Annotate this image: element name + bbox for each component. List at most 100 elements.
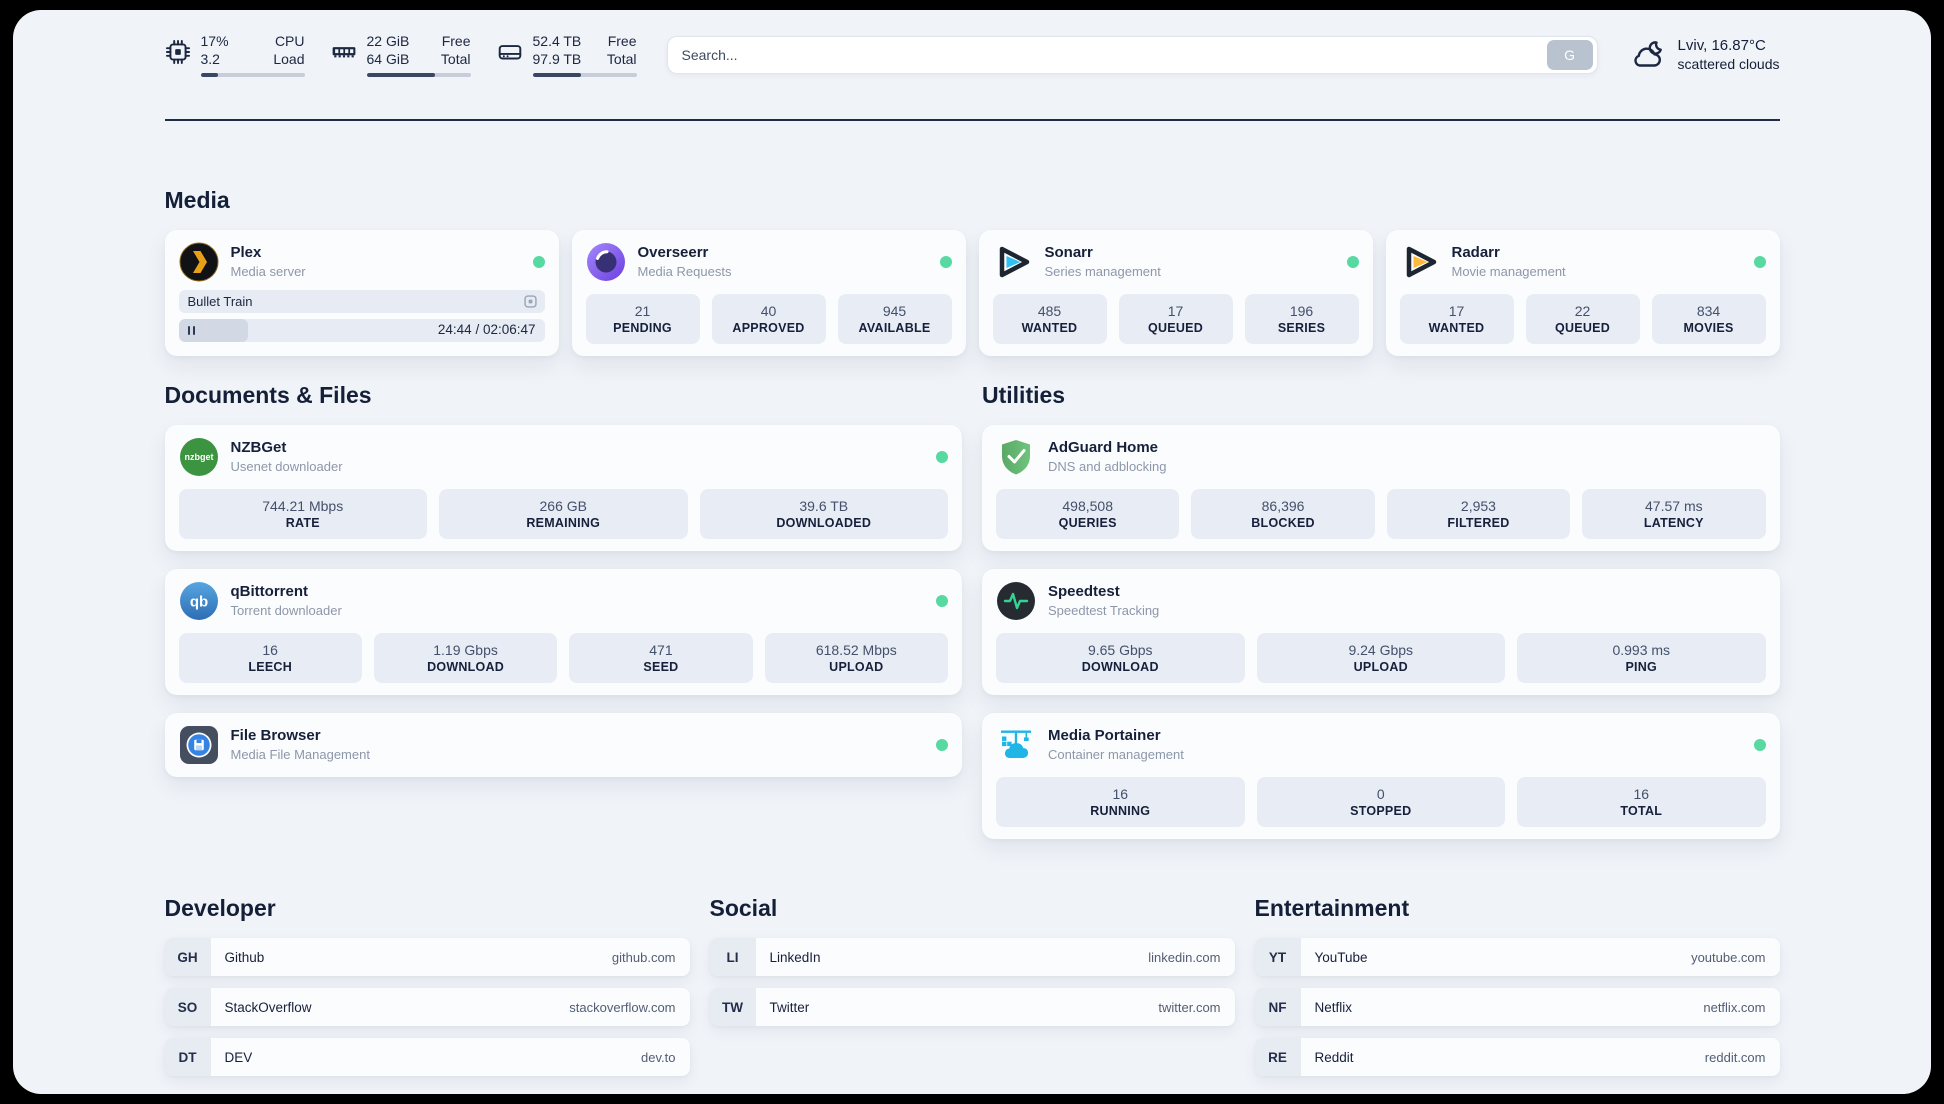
app-desc: Movie management	[1451, 264, 1566, 279]
search-engine-button[interactable]: G	[1546, 39, 1593, 70]
bookmark-abbr: NF	[1254, 988, 1301, 1026]
bookmark-dev[interactable]: DT DEV dev.to	[164, 1038, 690, 1076]
sonarr-icon	[999, 246, 1029, 278]
status-indicator	[936, 739, 948, 751]
stat-wanted: 485 WANTED	[992, 294, 1107, 344]
card-portainer[interactable]: Media Portainer Container management 16 R…	[982, 713, 1780, 839]
bookmark-twitter[interactable]: TW Twitter twitter.com	[709, 988, 1235, 1026]
cpu-load-value: 3.2	[200, 51, 220, 67]
adguard-icon	[1002, 440, 1030, 475]
card-adguard[interactable]: AdGuard Home DNS and adblocking 498,508 Q…	[982, 425, 1780, 551]
stat-blocked: 86,396 BLOCKED	[1191, 489, 1375, 539]
stat-available: 945 AVAILABLE	[837, 294, 952, 344]
playback-time: 24:44 / 02:06:47	[437, 322, 536, 337]
ram-widget: 22 GiB Free 64 GiB Total	[331, 32, 471, 77]
card-qbittorrent[interactable]: qb qBittorrent Torrent downloader 16 LEEC…	[164, 569, 962, 695]
disk-total-value: 97.9 TB	[532, 51, 582, 67]
card-plex[interactable]: Plex Media server Bullet Train 24:44 / 0…	[164, 230, 559, 356]
stat-latency: 47.57 ms LATENCY	[1582, 489, 1766, 539]
cpu-label: CPU	[274, 33, 305, 49]
bookmark-youtube[interactable]: YT YouTube youtube.com	[1254, 938, 1780, 976]
app-name: File Browser	[230, 727, 321, 744]
stat-queries: 498,508 QUERIES	[996, 489, 1180, 539]
app-desc: Usenet downloader	[230, 459, 343, 474]
dashboard-page: 17% CPU 3.2 Load 22 GiB Free 64 GiB Tota…	[13, 10, 1931, 1094]
card-filebrowser[interactable]: File Browser Media File Management	[164, 713, 962, 777]
stat-remaining: 266 GB REMAINING	[439, 489, 688, 539]
bookmark-abbr: TW	[709, 988, 756, 1026]
bookmark-stackoverflow[interactable]: SO StackOverflow stackoverflow.com	[164, 988, 690, 1026]
disk-progress-bar	[532, 73, 637, 77]
bookmark-url: twitter.com	[1158, 999, 1221, 1015]
section-title-media: Media	[164, 187, 230, 213]
stat-series: 196 SERIES	[1244, 294, 1359, 344]
header-divider	[164, 119, 1780, 121]
app-name: Radarr	[1451, 244, 1500, 261]
weather-widget: Lviv, 16.87°C scattered clouds	[1628, 35, 1780, 75]
card-sonarr[interactable]: Sonarr Series management 485 WANTED 17 QUE…	[978, 230, 1373, 356]
app-desc: Media File Management	[230, 747, 370, 762]
cpu-load-label: Load	[273, 51, 305, 67]
bookmark-netflix[interactable]: NF Netflix netflix.com	[1254, 988, 1780, 1026]
status-indicator	[1346, 256, 1359, 268]
screen-icon	[523, 295, 537, 308]
weather-location: Lviv, 16.87°C	[1677, 36, 1766, 54]
app-name: qBittorrent	[230, 583, 309, 600]
search-bar: G	[666, 35, 1598, 74]
bookmark-reddit[interactable]: RE Reddit reddit.com	[1254, 1038, 1780, 1076]
bookmark-url: youtube.com	[1691, 949, 1766, 965]
app-desc: Media server	[230, 264, 306, 279]
bookmark-abbr: LI	[709, 938, 756, 976]
qbittorrent-icon: qb	[179, 582, 218, 620]
status-indicator	[1753, 739, 1766, 751]
stat-upload: 618.52 Mbps UPLOAD	[764, 633, 948, 683]
stat-stopped: 0 STOPPED	[1256, 777, 1505, 827]
bookmark-url: reddit.com	[1704, 1049, 1766, 1065]
card-nzbget[interactable]: nzbget NZBGet Usenet downloader 744.21 M…	[164, 425, 962, 551]
filebrowser-icon	[179, 726, 218, 764]
stat-queued: 17 QUEUED	[1118, 294, 1233, 344]
stat-pending: 21 PENDING	[585, 294, 700, 344]
bookmark-name: Twitter	[769, 999, 810, 1015]
section-title-documents: Documents & Files	[164, 382, 372, 408]
stat-downloaded: 39.6 TB DOWNLOADED	[699, 489, 948, 539]
bookmark-abbr: RE	[1254, 1038, 1301, 1076]
bookmark-url: netflix.com	[1703, 999, 1766, 1015]
search-input[interactable]	[681, 46, 1547, 63]
section-title-entertainment: Entertainment	[1254, 895, 1410, 921]
bookmark-linkedin[interactable]: LI LinkedIn linkedin.com	[709, 938, 1235, 976]
cloud-moon-icon	[1633, 40, 1662, 67]
resource-widgets: 17% CPU 3.2 Load 22 GiB Free 64 GiB Tota…	[165, 32, 637, 77]
bookmark-name: DEV	[224, 1049, 253, 1065]
card-radarr[interactable]: Radarr Movie management 17 WANTED 22 QUEUE…	[1385, 230, 1780, 356]
disk-free-label: Free	[607, 33, 637, 49]
app-name: Plex	[230, 244, 262, 261]
disk-progress-fill	[532, 73, 582, 77]
stat-leech: 16 LEECH	[178, 633, 362, 683]
section-title-developer: Developer	[164, 895, 276, 921]
bookmark-name: StackOverflow	[224, 999, 312, 1015]
bookmark-name: Reddit	[1314, 1049, 1354, 1065]
app-desc: DNS and adblocking	[1048, 459, 1167, 474]
ram-icon	[332, 47, 355, 58]
section-title-utilities: Utilities	[982, 382, 1066, 408]
app-name: Sonarr	[1044, 244, 1093, 261]
stat-running: 16 RUNNING	[996, 777, 1245, 827]
stat-queued: 22 QUEUED	[1525, 294, 1640, 344]
app-name: Speedtest	[1048, 583, 1120, 600]
card-overseerr[interactable]: Overseerr Media Requests 21 PENDING 40 APP…	[571, 230, 966, 356]
app-desc: Media Requests	[637, 264, 732, 279]
now-playing-title: Bullet Train	[187, 294, 253, 309]
app-desc: Series management	[1044, 264, 1161, 279]
app-desc: Speedtest Tracking	[1048, 603, 1160, 618]
playback-progress-bar: 24:44 / 02:06:47	[178, 319, 545, 342]
pause-icon[interactable]	[187, 326, 196, 335]
bookmark-name: Netflix	[1314, 999, 1353, 1015]
ram-total-label: Total	[440, 51, 471, 67]
stat-download: 9.65 Gbps DOWNLOAD	[996, 633, 1245, 683]
disk-total-label: Total	[606, 51, 637, 67]
card-speedtest[interactable]: Speedtest Speedtest Tracking 9.65 Gbps DO…	[982, 569, 1780, 695]
cpu-usage-value: 17%	[200, 33, 229, 49]
bookmark-github[interactable]: GH Github github.com	[164, 938, 690, 976]
stat-approved: 40 APPROVED	[711, 294, 826, 344]
